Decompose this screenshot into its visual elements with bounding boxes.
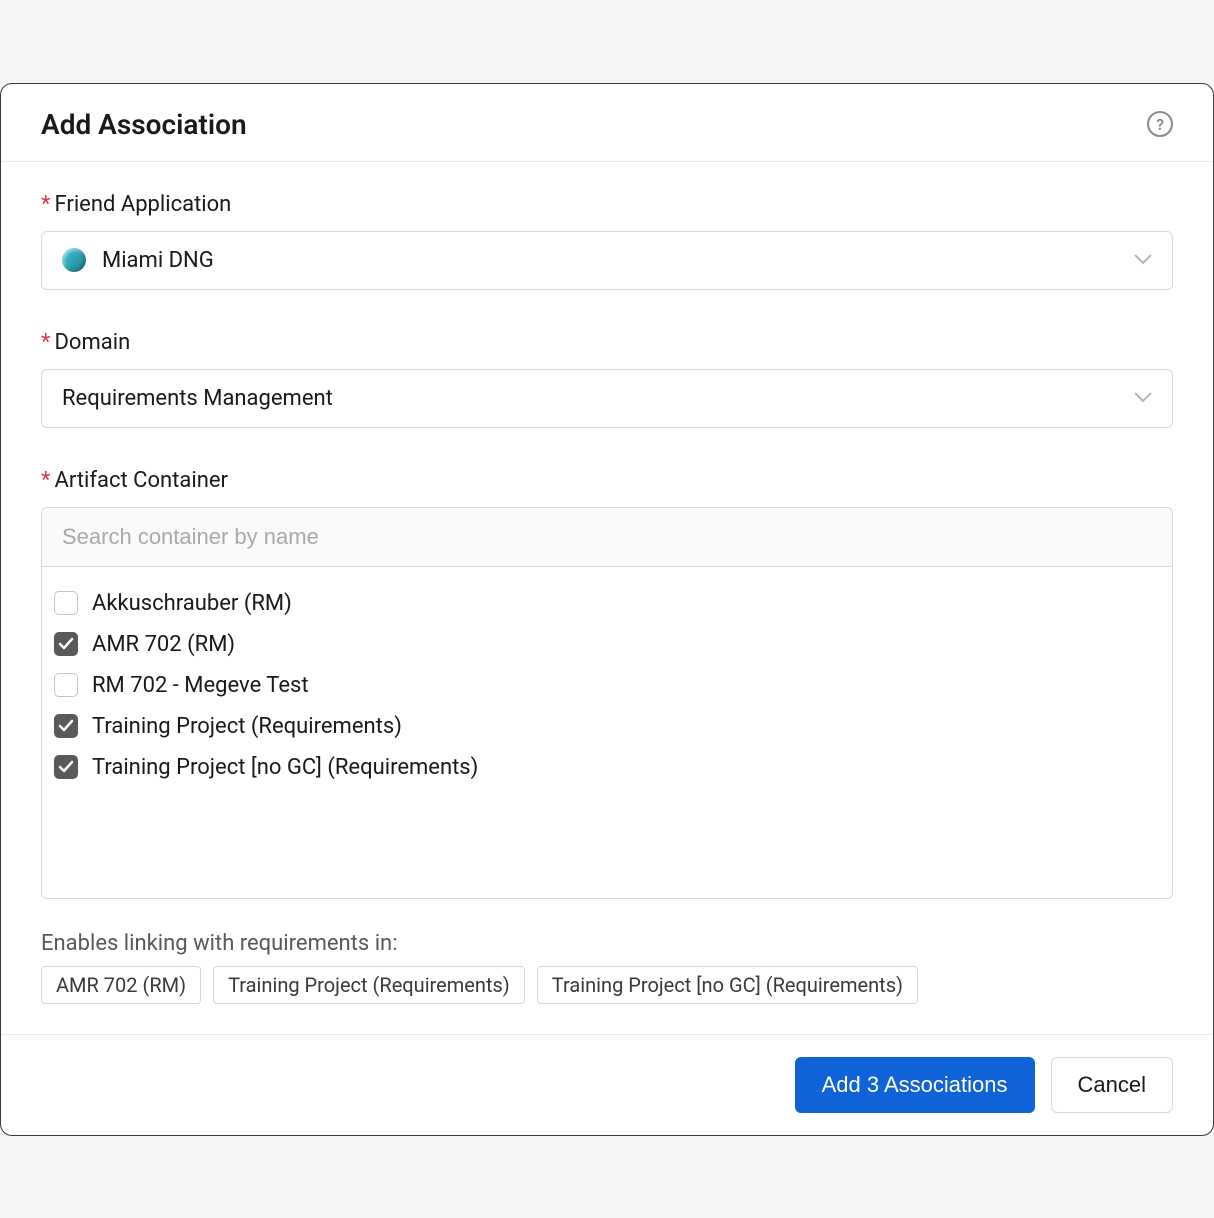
summary-tag: Training Project (Requirements) [213, 966, 525, 1004]
domain-field: *Domain Requirements Management [41, 330, 1173, 428]
dialog-title: Add Association [41, 108, 247, 141]
domain-value: Requirements Management [62, 386, 333, 411]
list-item[interactable]: Akkuschrauber (RM) [52, 583, 1162, 624]
summary-tag: AMR 702 (RM) [41, 966, 201, 1004]
friend-application-select[interactable]: Miami DNG [41, 231, 1173, 290]
add-associations-button[interactable]: Add 3 Associations [795, 1057, 1035, 1113]
checkbox[interactable] [54, 714, 78, 738]
summary-tags: AMR 702 (RM) Training Project (Requireme… [41, 966, 1173, 1004]
help-icon[interactable]: ? [1147, 111, 1173, 137]
list-item[interactable]: Training Project [no GC] (Requirements) [52, 747, 1162, 788]
friend-application-label: *Friend Application [41, 192, 1173, 217]
list-item-label: Training Project [no GC] (Requirements) [92, 755, 478, 780]
required-indicator: * [41, 192, 50, 217]
summary-section: Enables linking with requirements in: AM… [41, 931, 1173, 1004]
summary-label: Enables linking with requirements in: [41, 931, 1173, 956]
application-icon [62, 248, 86, 272]
artifact-container-label-text: Artifact Container [54, 468, 227, 493]
chevron-down-icon [1134, 392, 1152, 404]
summary-tag: Training Project [no GC] (Requirements) [537, 966, 918, 1004]
list-item[interactable]: AMR 702 (RM) [52, 624, 1162, 665]
domain-select[interactable]: Requirements Management [41, 369, 1173, 428]
dialog-header: Add Association ? [1, 84, 1213, 162]
list-item-label: RM 702 - Megeve Test [92, 673, 309, 698]
domain-label: *Domain [41, 330, 1173, 355]
friend-application-label-text: Friend Application [54, 192, 231, 217]
list-item-label: Akkuschrauber (RM) [92, 591, 292, 616]
required-indicator: * [41, 330, 50, 355]
checkbox[interactable] [54, 755, 78, 779]
checkbox[interactable] [54, 632, 78, 656]
list-item-label: Training Project (Requirements) [92, 714, 402, 739]
list-item[interactable]: RM 702 - Megeve Test [52, 665, 1162, 706]
chevron-down-icon [1134, 254, 1152, 266]
required-indicator: * [41, 468, 50, 493]
domain-label-text: Domain [54, 330, 130, 355]
friend-application-value: Miami DNG [102, 248, 214, 273]
add-association-dialog: Add Association ? *Friend Application Mi… [0, 83, 1214, 1136]
dialog-body: *Friend Application Miami DNG *Domain Re… [1, 162, 1213, 1034]
artifact-container-search-input[interactable] [41, 507, 1173, 567]
cancel-button[interactable]: Cancel [1051, 1057, 1173, 1113]
checkbox[interactable] [54, 673, 78, 697]
artifact-container-list: Akkuschrauber (RM) AMR 702 (RM) RM 702 -… [41, 567, 1173, 899]
list-item-label: AMR 702 (RM) [92, 632, 235, 657]
artifact-container-field: *Artifact Container Akkuschrauber (RM) A… [41, 468, 1173, 899]
list-item[interactable]: Training Project (Requirements) [52, 706, 1162, 747]
friend-application-field: *Friend Application Miami DNG [41, 192, 1173, 290]
dialog-footer: Add 3 Associations Cancel [1, 1034, 1213, 1135]
checkbox[interactable] [54, 591, 78, 615]
artifact-container-label: *Artifact Container [41, 468, 1173, 493]
